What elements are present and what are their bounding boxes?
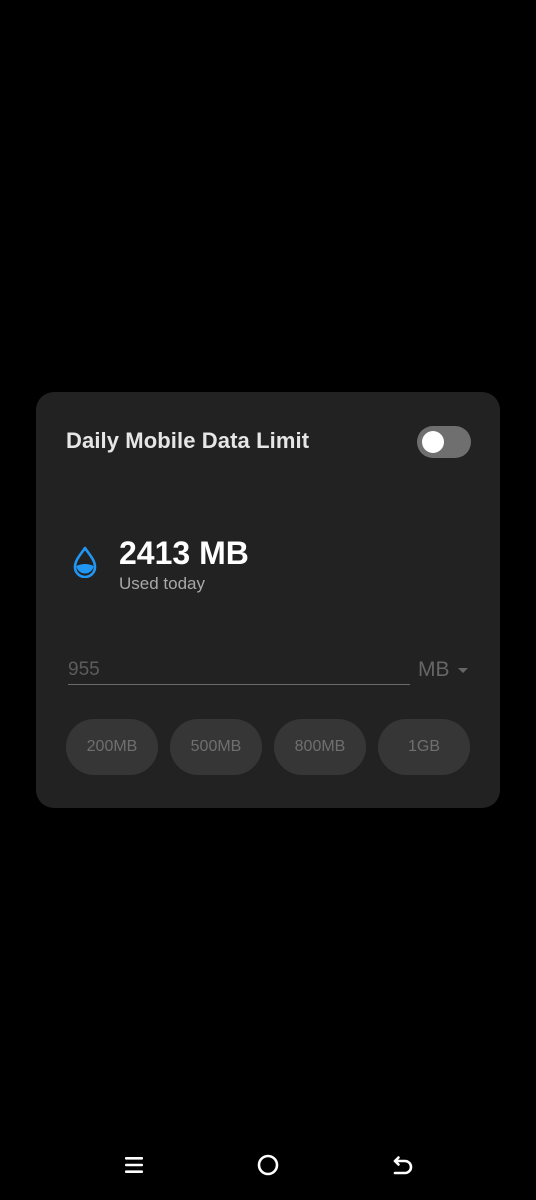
unit-label: MB bbox=[418, 658, 450, 681]
home-button[interactable] bbox=[253, 1150, 283, 1180]
home-icon bbox=[257, 1154, 279, 1176]
limit-input[interactable] bbox=[68, 656, 410, 685]
preset-button-200mb[interactable]: 200MB bbox=[66, 719, 158, 775]
data-limit-toggle[interactable] bbox=[417, 426, 471, 458]
unit-select[interactable]: MB bbox=[418, 656, 468, 684]
navigation-bar bbox=[0, 1140, 536, 1190]
water-drop-icon bbox=[73, 546, 97, 578]
screen: Daily Mobile Data Limit 2413 MB Used tod… bbox=[0, 0, 536, 1200]
usage-caption: Used today bbox=[119, 574, 205, 593]
dialog-title: Daily Mobile Data Limit bbox=[66, 428, 310, 453]
preset-button-800mb[interactable]: 800MB bbox=[274, 719, 366, 775]
toggle-knob bbox=[422, 431, 444, 453]
usage-value: 2413 MB bbox=[119, 535, 249, 571]
preset-buttons: 200MB 500MB 800MB 1GB bbox=[66, 719, 470, 775]
preset-button-500mb[interactable]: 500MB bbox=[170, 719, 262, 775]
data-limit-dialog: Daily Mobile Data Limit 2413 MB Used tod… bbox=[36, 392, 500, 808]
menu-icon bbox=[125, 1157, 143, 1173]
preset-button-1gb[interactable]: 1GB bbox=[378, 719, 470, 775]
back-icon bbox=[393, 1156, 413, 1175]
back-button[interactable] bbox=[387, 1150, 417, 1180]
menu-button[interactable] bbox=[119, 1150, 149, 1180]
chevron-down-icon bbox=[457, 667, 468, 673]
